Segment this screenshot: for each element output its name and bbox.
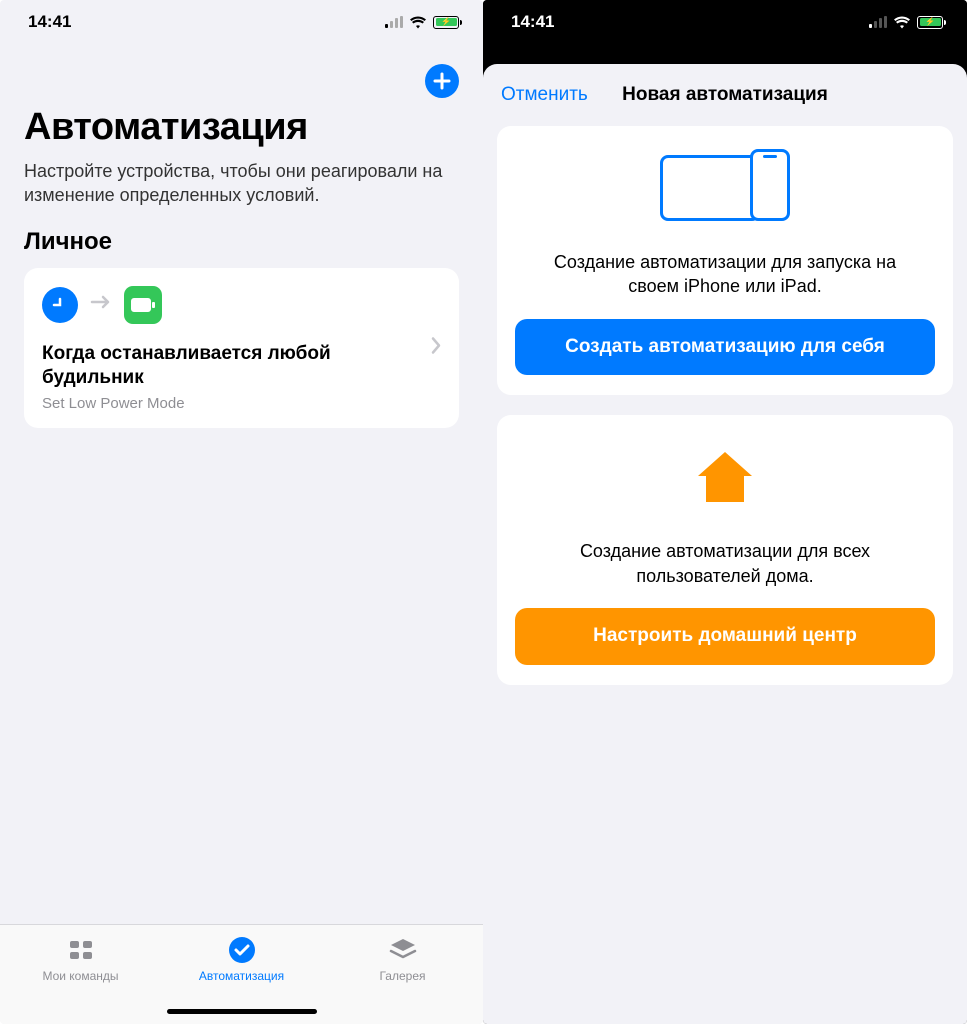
status-bar: 14:41 ⚡ (0, 0, 483, 44)
home-automation-card: Создание автоматизации для всех пользова… (497, 415, 953, 684)
modal-sheet: Отменить Новая автоматизация Создание ав… (483, 64, 967, 1024)
tab-my-shortcuts[interactable]: Мои команды (1, 935, 160, 1024)
tab-label: Мои команды (42, 969, 118, 983)
page-subtitle: Настройте устройства, чтобы они реагиров… (24, 159, 459, 208)
page-title: Автоматизация (24, 106, 459, 149)
battery-action-icon (124, 286, 162, 324)
add-automation-button[interactable] (425, 64, 459, 98)
create-personal-automation-button[interactable]: Создать автоматизацию для себя (515, 319, 935, 376)
chevron-right-icon (431, 336, 441, 359)
cellular-icon (385, 16, 403, 28)
personal-automation-card: Создание автоматизации для запуска на св… (497, 126, 953, 395)
automation-title: Когда останавливается любой будильник (42, 342, 362, 391)
automation-icons (42, 286, 441, 324)
screen-automation-list: 14:41 ⚡ Автоматизация Настройте устройст… (0, 0, 483, 1024)
status-icons: ⚡ (385, 16, 459, 29)
devices-illustration (660, 148, 790, 228)
status-bar: 14:41 ⚡ (483, 0, 967, 44)
home-icon (694, 437, 756, 517)
setup-home-hub-button[interactable]: Настроить домашний центр (515, 608, 935, 665)
sheet-header: Отменить Новая автоматизация (483, 84, 967, 126)
check-circle-icon (227, 935, 257, 965)
personal-automation-text: Создание автоматизации для запуска на св… (535, 250, 915, 299)
tab-label: Галерея (379, 969, 425, 983)
wifi-icon (409, 16, 427, 29)
clock-icon (42, 287, 78, 323)
automation-subtitle: Set Low Power Mode (42, 395, 441, 412)
sheet-title: Новая автоматизация (622, 84, 828, 106)
home-automation-text: Создание автоматизации для всех пользова… (535, 539, 915, 588)
tab-gallery[interactable]: Галерея (323, 935, 482, 1024)
layers-icon (388, 935, 418, 965)
tab-bar: Мои команды Автоматизация Галерея (0, 924, 483, 1024)
tablet-icon (660, 155, 760, 221)
battery-icon: ⚡ (433, 16, 459, 29)
cancel-button[interactable]: Отменить (501, 84, 588, 106)
section-personal-header: Личное (24, 228, 459, 256)
phone-icon (750, 149, 790, 221)
automation-card[interactable]: Когда останавливается любой будильник Se… (24, 268, 459, 428)
wifi-icon (893, 16, 911, 29)
grid-icon (66, 935, 96, 965)
arrow-right-icon (90, 294, 112, 315)
cellular-icon (869, 16, 887, 28)
status-icons: ⚡ (869, 16, 943, 29)
home-indicator[interactable] (167, 1009, 317, 1014)
battery-icon: ⚡ (917, 16, 943, 29)
status-time: 14:41 (28, 12, 71, 32)
status-time: 14:41 (511, 12, 554, 32)
tab-label: Автоматизация (199, 969, 284, 983)
screen-new-automation: 14:41 ⚡ Отменить Новая автоматизация Соз… (483, 0, 967, 1024)
